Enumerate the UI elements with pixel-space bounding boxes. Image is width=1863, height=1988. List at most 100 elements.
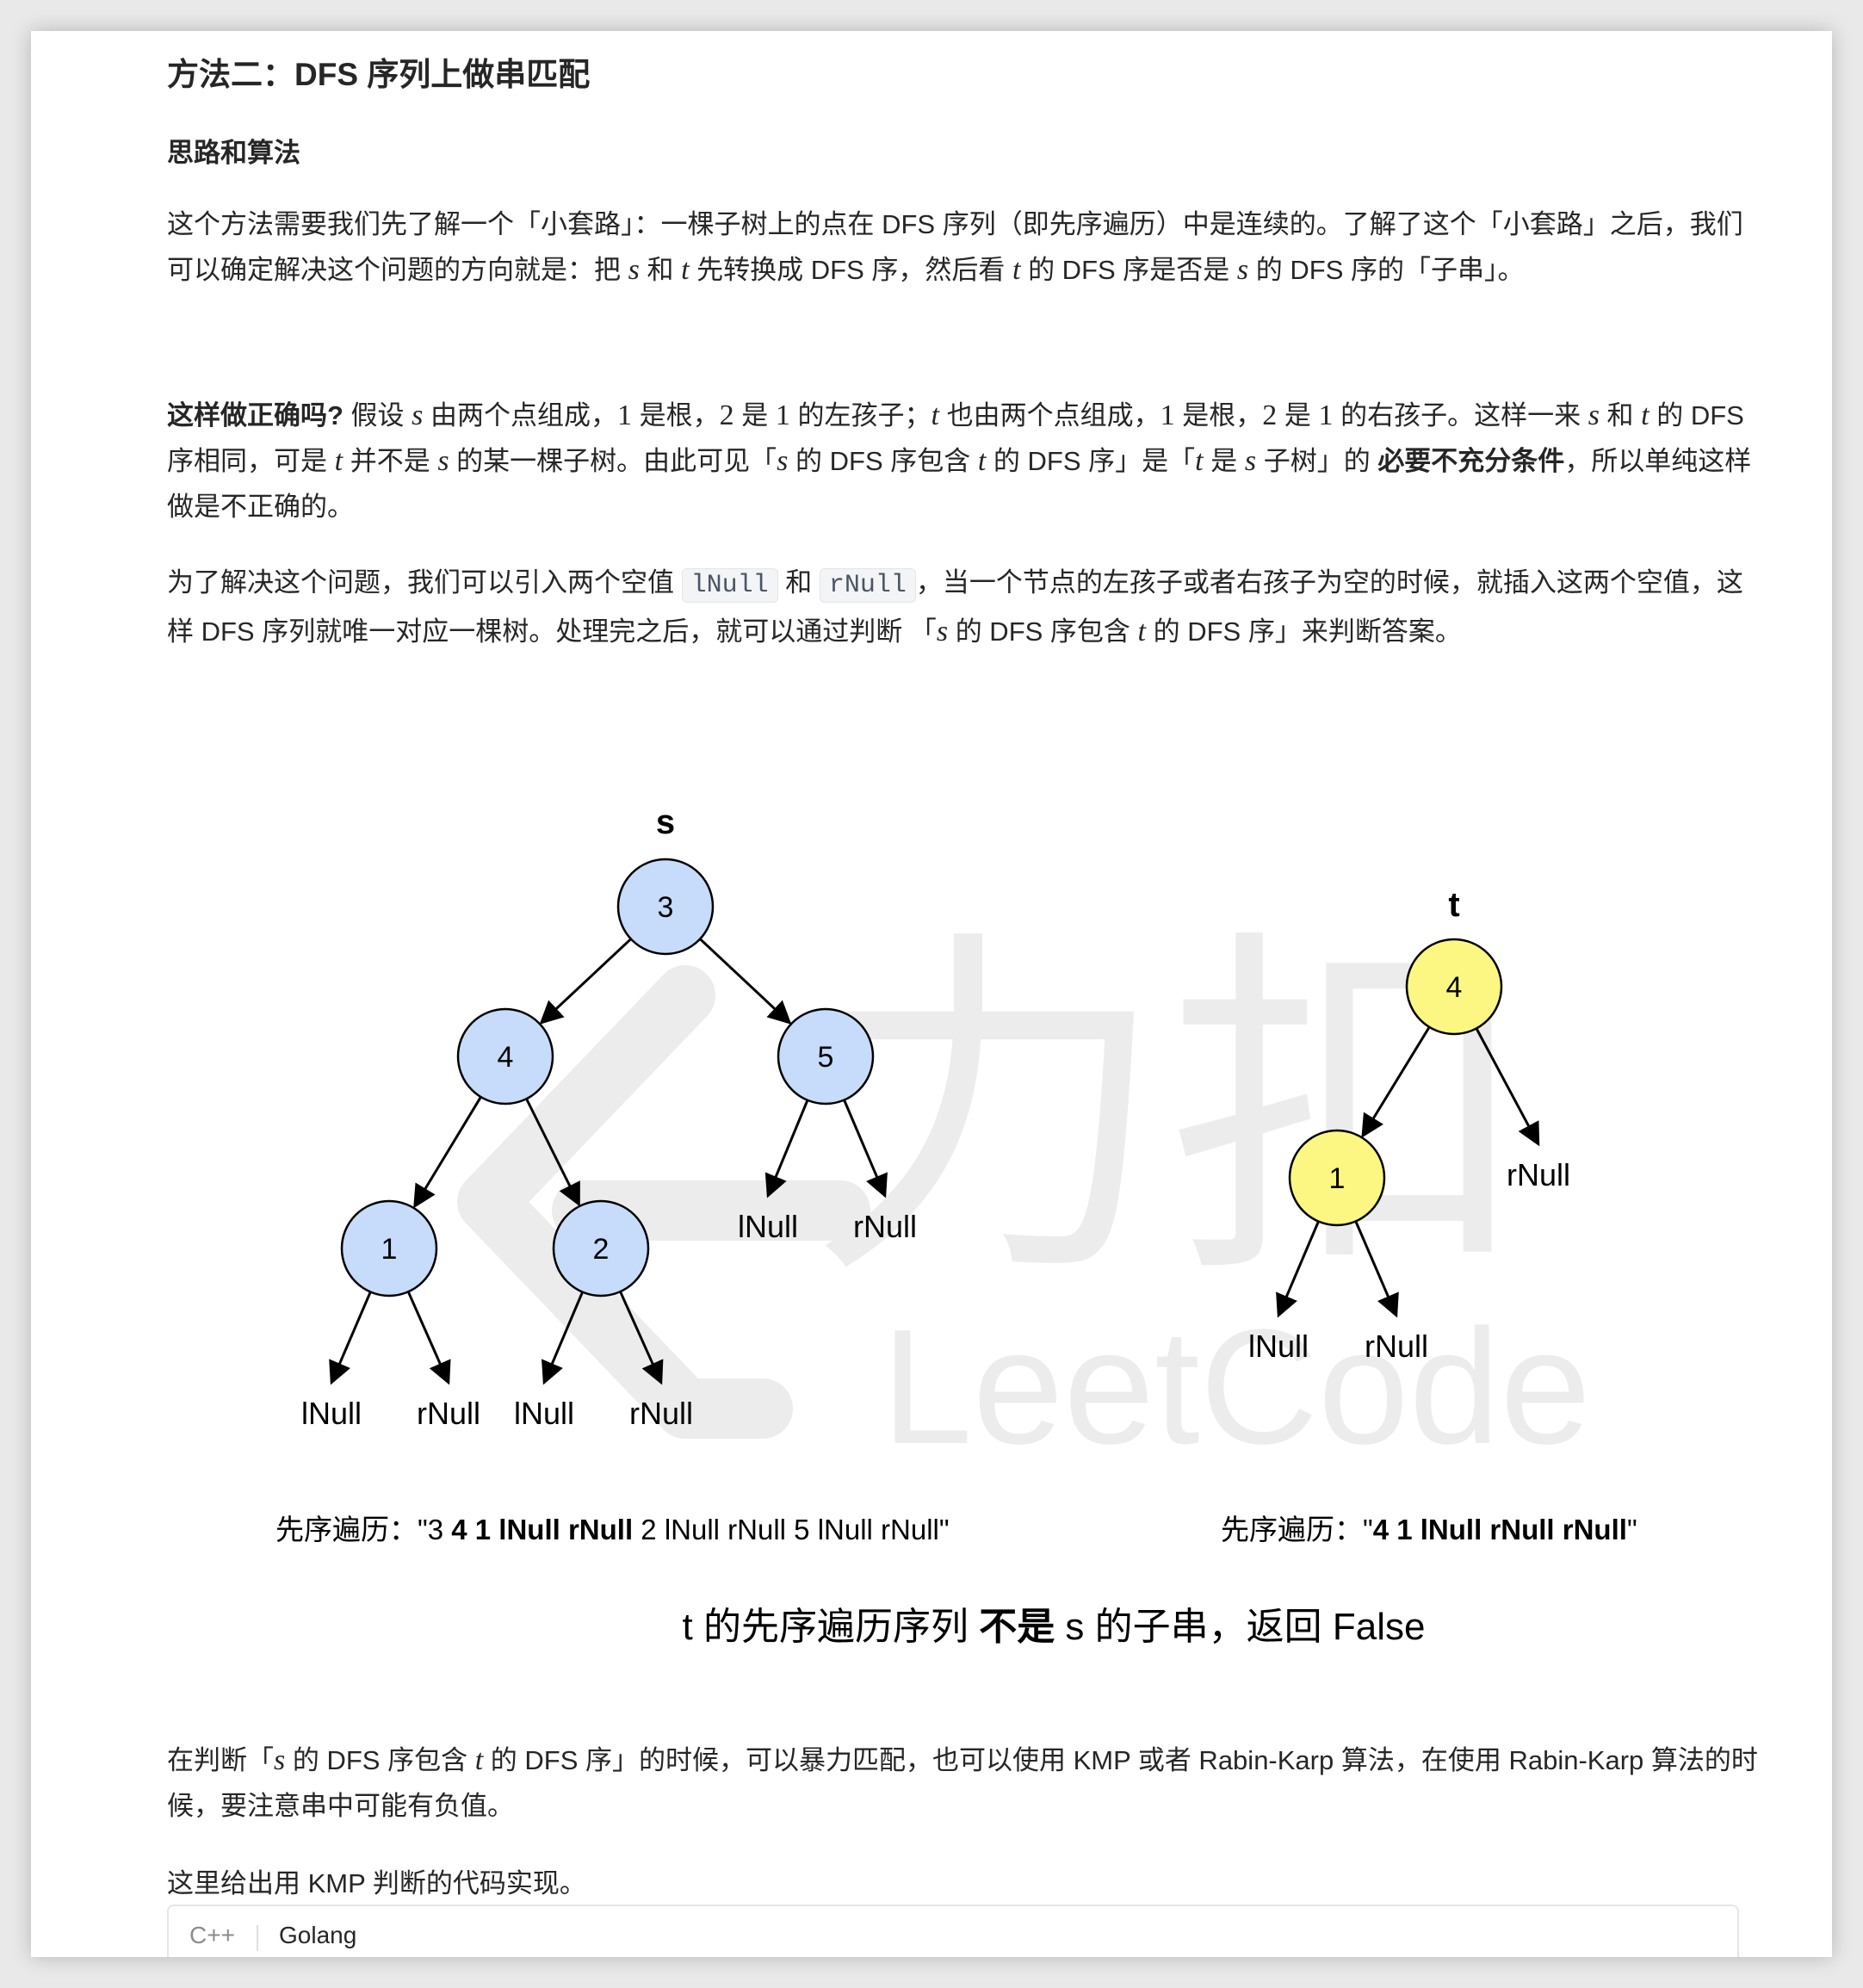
s-node-value: 2 [593, 1233, 610, 1266]
s-node-value: 4 [498, 1041, 514, 1074]
paragraph-correctness: 这样做正确吗? 假设 s 由两个点组成，1 是根，2 是 1 的左孩子；t 也由… [167, 393, 1768, 530]
text: 的 DFS 序包含 [948, 616, 1138, 647]
paragraph-matching: 在判断「s 的 DFS 序包含 t 的 DFS 序」的时候，可以暴力匹配，也可以… [167, 1737, 1768, 1829]
math-t: t [1641, 399, 1649, 431]
math-number: 2 [1262, 399, 1278, 431]
text: 是 [733, 400, 776, 430]
math-s: s [936, 616, 949, 647]
text: 的 DFS 序」是「 [986, 446, 1196, 476]
text: 的 DFS 序」来判断答案。 [1145, 616, 1462, 647]
s-null-edge [406, 1291, 451, 1385]
math-s: s [437, 445, 449, 477]
math-t: t [931, 399, 939, 431]
math-s: s [1236, 254, 1249, 286]
s-null-label: rNull [417, 1396, 480, 1431]
section-subheading: 思路和算法 [167, 138, 300, 168]
math-t: t [977, 445, 987, 477]
t-null-label: rNull [1365, 1328, 1428, 1364]
math-s: s [1244, 445, 1257, 477]
s-edge [699, 938, 792, 1025]
inline-code-lnull: lNull [681, 568, 778, 603]
text: 假设 [343, 400, 412, 430]
text: 的 DFS 序的「子串」。 [1248, 255, 1525, 285]
text: 的右孩子。这样一来 [1333, 400, 1588, 430]
conclusion-text: t 的先序遍历序列 不是 s 的子串，返回 False [683, 1606, 1426, 1648]
s-preorder-caption-suffix: 2 lNull rNull 5 lNull rNull" [633, 1514, 949, 1545]
text: 和 [777, 567, 820, 598]
t-node-value: 1 [1329, 1162, 1346, 1195]
math-t: t [1137, 616, 1146, 647]
s-node-value: 5 [818, 1041, 834, 1074]
s-preorder-caption-bold: 4 1 lNull rNull [451, 1514, 633, 1545]
text: 先转换成 DFS 序，然后看 [689, 255, 1012, 285]
tab-golang[interactable]: Golang [279, 1922, 356, 1949]
t-node-value: 4 [1446, 971, 1463, 1004]
conclusion-bold: 不是 [979, 1606, 1055, 1648]
t-preorder-caption-bold: 4 1 lNull rNull rNull [1373, 1514, 1627, 1545]
t-preorder-caption-prefix: 先序遍历：" [1221, 1514, 1373, 1545]
text: 也由两个点组成， [938, 400, 1161, 430]
text: 子树」的 [1256, 446, 1378, 476]
s-node-value: 3 [658, 891, 674, 924]
math-s: s [628, 254, 640, 286]
math-t: t [681, 254, 690, 286]
s-node-value: 1 [381, 1233, 398, 1266]
math-number: 2 [719, 399, 734, 431]
t-preorder-caption: 先序遍历："4 1 lNull rNull rNull" [1221, 1514, 1637, 1545]
bold-text: 必要不充分条件 [1377, 446, 1565, 476]
text: 是 [1277, 400, 1319, 430]
text: 的 DFS 序包含 [285, 1745, 475, 1775]
text: 是根， [632, 400, 720, 430]
tab-cpp[interactable]: C++ [189, 1922, 235, 1949]
s-null-label: lNull [738, 1209, 798, 1244]
code-tab-bar: C++ Golang [167, 1904, 1739, 1957]
t-tree-label: t [1448, 886, 1459, 924]
method-heading: 方法二：DFS 序列上做串匹配 [167, 57, 591, 92]
math-s: s [412, 399, 424, 431]
text: 和 [1599, 400, 1642, 430]
paragraph-null-values: 为了解决这个问题，我们可以引入两个空值 lNull 和 rNull ，当一个节点的… [167, 560, 1768, 654]
math-s: s [1588, 399, 1600, 431]
s-null-label: rNull [853, 1209, 917, 1244]
text: 是根， [1174, 400, 1263, 430]
text: 在判断「 [167, 1745, 274, 1775]
inline-code-rnull: rNull [819, 568, 916, 603]
s-null-edge [329, 1291, 372, 1385]
text: 是 [1203, 446, 1245, 476]
math-t: t [1195, 445, 1204, 477]
math-number: 1 [1318, 399, 1334, 431]
article-card: 力扣 LeetCode 3451241 s lNull rNull lNull rNull… [31, 31, 1832, 1957]
text: 并不是 [343, 446, 438, 476]
text: 的 DFS 序包含 [788, 446, 978, 476]
text: 的某一棵子树。由此可见「 [449, 446, 777, 476]
text: 由两个点组成， [423, 400, 618, 430]
text: 的左孩子； [789, 400, 932, 430]
t-null-label: lNull [1248, 1328, 1309, 1364]
s-null-label: lNull [301, 1396, 362, 1431]
dfs-tree-figure: 力扣LeetCode 34 51 241 slNull rNull lNull rNull… [275, 803, 1637, 1648]
text: 和 [639, 255, 682, 285]
text: 的 DFS 序是否是 [1020, 255, 1237, 285]
math-t: t [334, 445, 344, 477]
t-null-label: rNull [1507, 1157, 1570, 1192]
math-number: 1 [1160, 399, 1175, 431]
paragraph-intro: 这个方法需要我们先了解一个「小套路」：一棵子树上的点在 DFS 序列（即先序遍历… [167, 201, 1768, 293]
conclusion-part: s 的子串，返回 False [1055, 1606, 1425, 1648]
s-tree-label: s [656, 803, 675, 841]
math-number: 1 [775, 399, 790, 431]
s-null-label: lNull [514, 1396, 574, 1431]
t-preorder-caption-suffix: " [1627, 1514, 1637, 1545]
s-preorder-caption-prefix: 先序遍历："3 [275, 1514, 451, 1545]
s-null-label: rNull [629, 1396, 693, 1431]
tab-divider [257, 1925, 258, 1951]
math-s: s [777, 445, 789, 477]
conclusion-part: t 的先序遍历序列 [683, 1606, 980, 1648]
bold-text: 这样做正确吗? [167, 400, 344, 430]
text: 为了解决这个问题，我们可以引入两个空值 [167, 567, 682, 598]
s-preorder-caption: 先序遍历："3 4 1 lNull rNull 2 lNull rNull 5 … [275, 1514, 950, 1545]
math-s: s [274, 1744, 286, 1776]
paragraph-kmp: 这里给出用 KMP 判断的代码实现。 [167, 1868, 586, 1898]
watermark-text: LeetCode [882, 1296, 1591, 1478]
math-t: t [474, 1744, 484, 1776]
math-number: 1 [617, 399, 633, 431]
